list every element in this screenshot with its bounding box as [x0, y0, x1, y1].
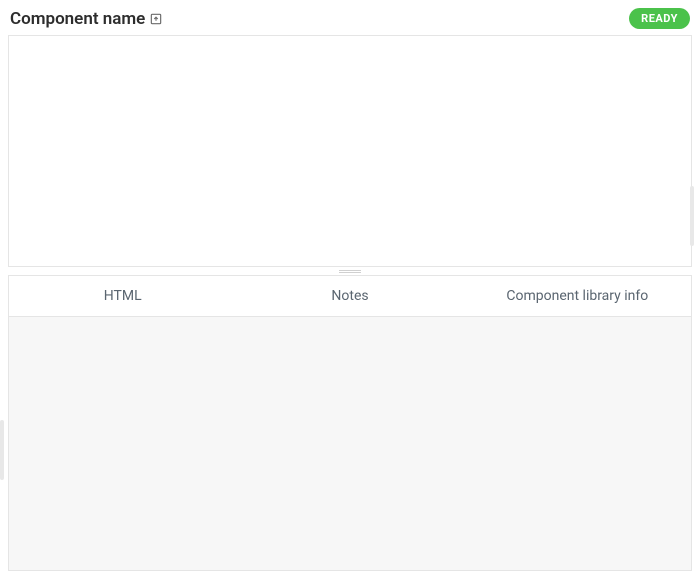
splitter-handle-icon — [339, 270, 361, 273]
tabs-bar: HTML Notes Component library info — [8, 275, 692, 317]
tab-component-library-info[interactable]: Component library info — [464, 276, 691, 316]
status-badge: READY — [629, 8, 690, 29]
preview-pane — [8, 35, 692, 267]
scrollbar-thumb[interactable] — [690, 186, 694, 246]
scrollbar-thumb[interactable] — [0, 420, 4, 480]
header: Component name READY — [8, 8, 692, 35]
tab-html[interactable]: HTML — [9, 276, 236, 316]
tab-notes[interactable]: Notes — [236, 276, 463, 316]
component-detail-panel: Component name READY HTML Notes Componen… — [0, 0, 700, 579]
vertical-splitter[interactable] — [8, 267, 692, 275]
open-in-new-icon[interactable] — [149, 12, 163, 26]
title-wrap: Component name — [10, 9, 163, 29]
tab-content-area — [8, 317, 692, 571]
component-title: Component name — [10, 9, 145, 29]
